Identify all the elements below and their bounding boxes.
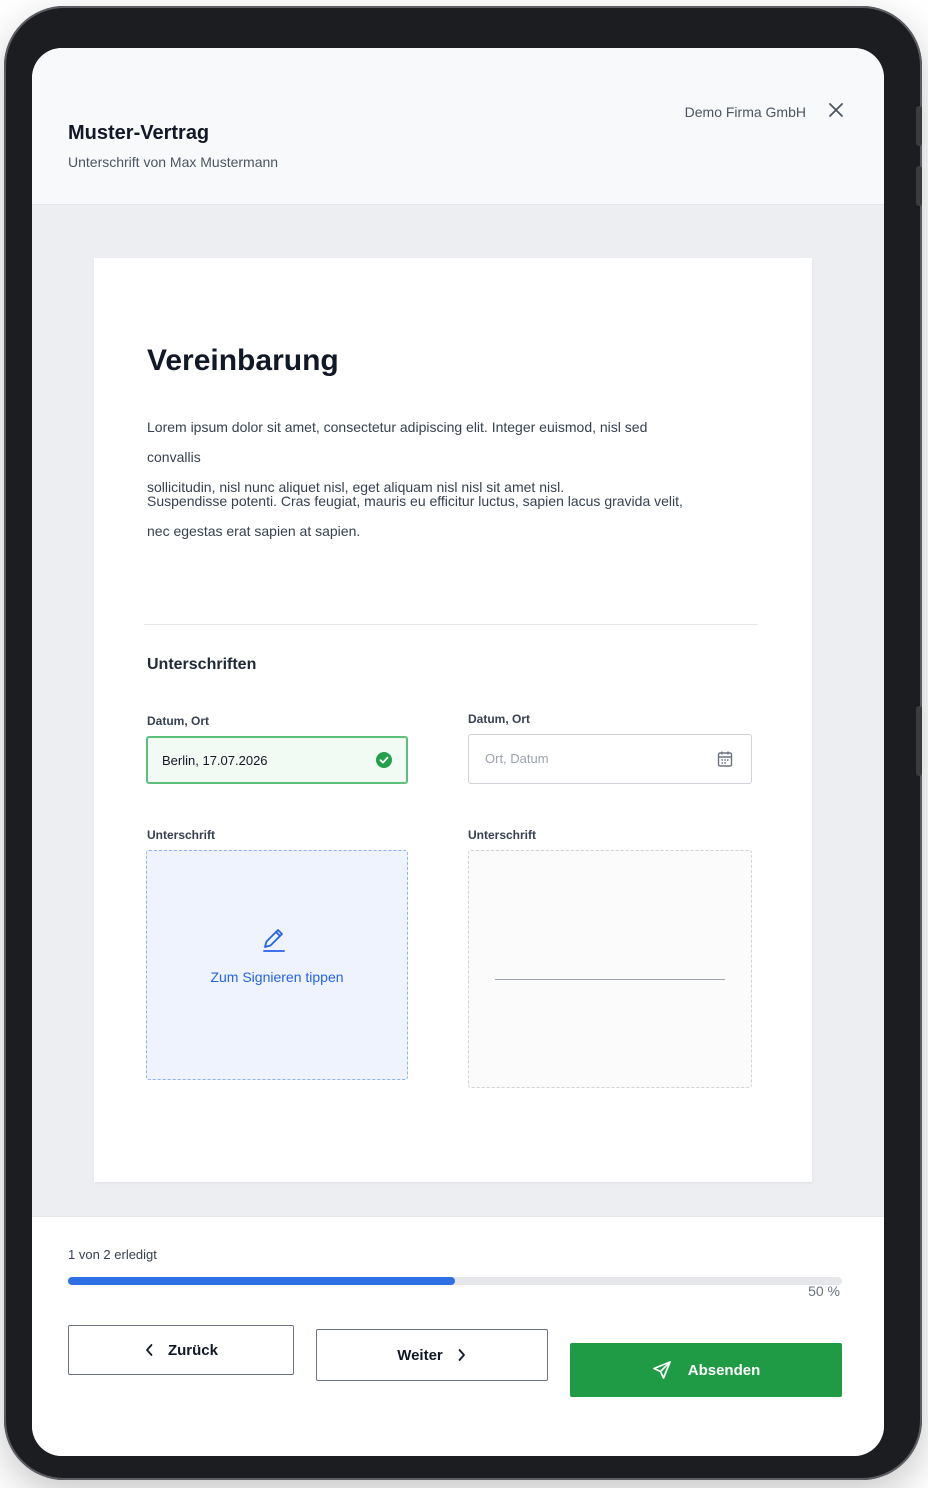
tablet-device: Muster-Vertrag Unterschrift von Max Must… [4, 6, 922, 1480]
chevron-right-icon [457, 1348, 467, 1362]
signatures-heading: Unterschriften [147, 656, 257, 673]
paragraph-2: Suspendisse potenti. Cras feugiat, mauri… [147, 486, 687, 546]
signer-1-signature-pad[interactable]: Zum Signieren tippen [146, 850, 408, 1080]
paragraph-line: Lorem ipsum dolor sit amet, consectetur … [147, 419, 648, 465]
footer-bar: 1 von 2 erledigt 50 % Zurück Weiter Abse… [32, 1216, 884, 1456]
screen: Muster-Vertrag Unterschrift von Max Must… [32, 48, 884, 1456]
progress-percent: 50 % [808, 1283, 840, 1299]
next-button-label: Weiter [397, 1346, 443, 1364]
company-name: Demo Firma GmbH [684, 104, 806, 120]
send-icon [652, 1360, 672, 1380]
back-button-label: Zurück [167, 1341, 218, 1359]
paragraph-line: Suspendisse potenti. Cras feugiat, mauri… [147, 493, 683, 509]
signer-2-signature-label: Unterschrift [468, 828, 537, 842]
signer-1-date-field[interactable]: Berlin, 17.07.2026 [146, 736, 408, 784]
calendar-icon[interactable] [717, 750, 733, 768]
pen-icon [259, 925, 289, 955]
document-page: Vereinbarung Lorem ipsum dolor sit amet,… [94, 258, 812, 1182]
chevron-left-icon [144, 1343, 154, 1357]
progress-track [68, 1277, 842, 1285]
app-header: Muster-Vertrag Unterschrift von Max Must… [32, 48, 884, 205]
signer-1-date-value: Berlin, 17.07.2026 [162, 753, 268, 768]
device-side-button [916, 106, 922, 146]
signer-1-date-label: Datum, Ort [147, 714, 210, 728]
progress-text: 1 von 2 erledigt [68, 1247, 157, 1262]
signer-2-date-field[interactable]: Ort, Datum [468, 734, 752, 784]
device-side-button [916, 166, 922, 206]
paragraph-line: nec egestas erat sapien at sapien. [147, 523, 361, 539]
document-title: Muster-Vertrag [68, 122, 210, 144]
back-button[interactable]: Zurück [68, 1325, 294, 1375]
close-icon[interactable] [824, 98, 848, 122]
next-button[interactable]: Weiter [316, 1329, 548, 1381]
sign-cta-text[interactable]: Zum Signieren tippen [147, 969, 407, 985]
signer-2-date-label: Datum, Ort [468, 712, 531, 726]
submit-button-label: Absenden [687, 1361, 761, 1379]
document-subtitle: Unterschrift von Max Mustermann [68, 154, 279, 170]
section-divider [144, 624, 758, 625]
signer-2-date-placeholder: Ort, Datum [485, 751, 549, 766]
submit-button[interactable]: Absenden [570, 1343, 842, 1397]
device-power-button [916, 706, 922, 776]
check-circle-icon [376, 752, 392, 768]
signature-baseline [495, 979, 725, 980]
signer-1-signature-label: Unterschrift [147, 828, 216, 842]
document-heading: Vereinbarung [147, 344, 339, 377]
signer-2-signature-pad [468, 850, 752, 1088]
progress-fill [68, 1277, 455, 1285]
